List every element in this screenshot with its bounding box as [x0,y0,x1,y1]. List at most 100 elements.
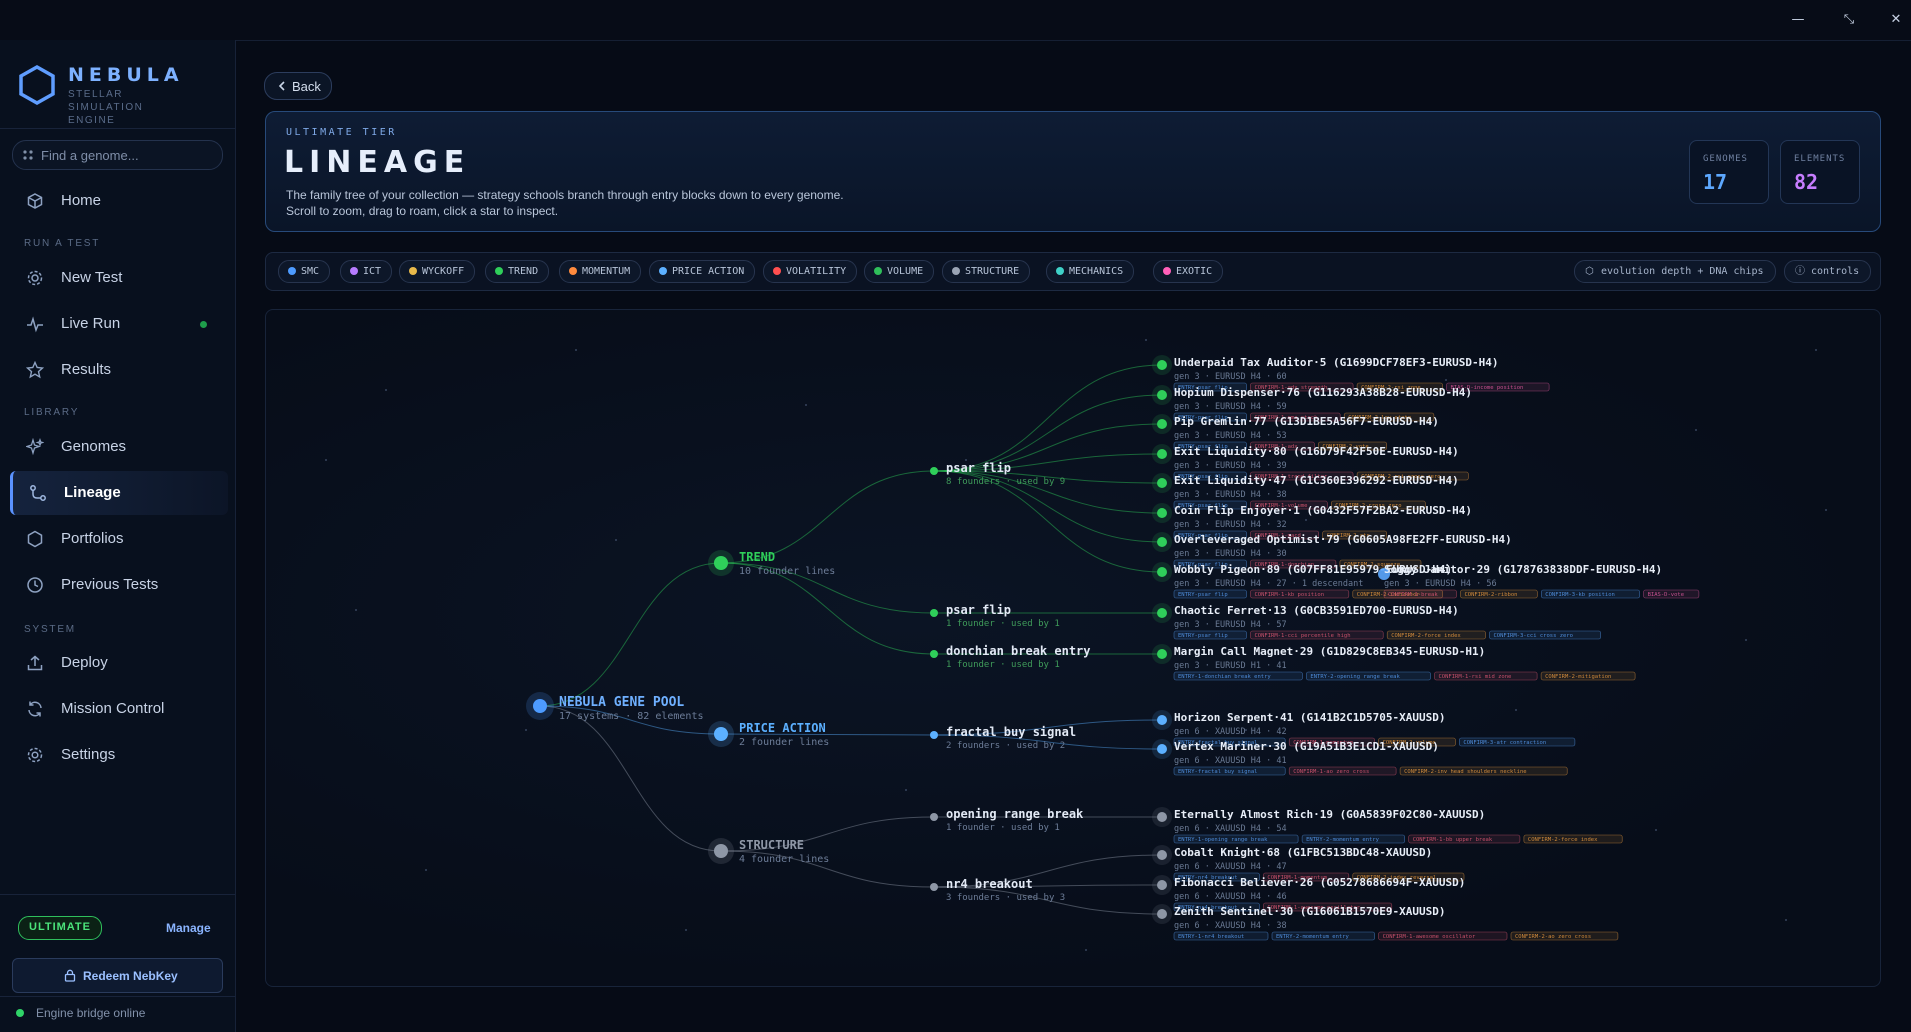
dna-chip-label: BIAS-D-vote [1648,592,1684,598]
edge-entry-genome [933,394,1163,472]
close-button[interactable]: ✕ [1885,9,1907,31]
filter-chip-wyckoff[interactable]: WYCKOFF [399,260,476,283]
root-node-sub: 17 systems · 82 elements [559,711,704,722]
filter-label: TREND [508,266,539,277]
genome-label: Underpaid Tax Auditor·5 (G1699DCF78EF3-E… [1174,356,1499,369]
filter-chip-exotic[interactable]: EXOTIC [1153,260,1224,283]
filter-label: ICT [363,266,382,277]
nav-results[interactable]: Results [10,348,225,392]
nav-new-test-label: New Test [61,269,123,286]
filter-chip-price-action[interactable]: PRICE ACTION [649,260,756,283]
pulse-icon [27,316,43,333]
back-button[interactable]: Back [264,72,332,100]
entry-node[interactable] [930,731,938,739]
background-star [805,404,807,406]
chevron-left-icon [278,81,285,91]
genome-node[interactable] [1157,880,1167,890]
dna-chip-label: ENTRY-fractal buy signal [1178,769,1257,775]
entry-node[interactable] [930,609,938,617]
root-node[interactable] [533,699,547,713]
manage-link[interactable]: Manage [166,921,211,935]
genome-label: Cobalt Knight·68 (G1FBC513BDC48-XAUUSD) [1174,846,1432,859]
dna-chip-label: CONFIRM-1-cci percentile high [1255,633,1351,639]
stat-elements-value: 82 [1794,170,1819,194]
genome-node[interactable] [1157,419,1167,429]
nav-portfolios[interactable]: Portfolios [10,517,225,561]
genome-node[interactable] [1157,608,1167,618]
nav-previous-tests[interactable]: Previous Tests [10,563,225,607]
genome-sub: gen 3 · EURUSD H4 · 56 [1384,579,1497,589]
genome-node[interactable] [1157,390,1167,400]
cube-icon [27,193,43,209]
background-star [425,869,427,871]
entry-node[interactable] [930,467,938,475]
genome-node[interactable] [1157,909,1167,919]
school-node-sub: 10 founder lines [739,566,835,577]
nav-settings[interactable]: Settings [10,733,225,777]
dna-chip-label: CONFIRM-1-kb position [1255,592,1325,598]
evolution-depth-toggle[interactable]: ⬡ evolution depth + DNA chips [1574,260,1776,283]
genome-label: Margin Call Magnet·29 (G1D829C8EB345-EUR… [1174,645,1485,658]
dna-chip-label: CONFIRM-1-break [1388,592,1438,598]
lock-icon [64,969,76,982]
genome-node[interactable] [1157,537,1167,547]
filter-chip-volatility[interactable]: VOLATILITY [763,260,858,283]
filter-chip-structure[interactable]: STRUCTURE [942,260,1031,283]
restore-button[interactable]: ⤡ [1838,9,1860,31]
genome-label: Exit Liquidity·47 (G1C360E396292-EURUSD-… [1174,474,1459,487]
entry-node[interactable] [930,650,938,658]
edge-root-school [539,562,722,707]
redeem-nebkey-button[interactable]: Redeem NebKey [12,958,223,993]
nav-new-test[interactable]: New Test [10,256,225,300]
genome-search[interactable]: Find a genome... [12,140,223,170]
genome-label: Zenith Sentinel·30 (G16061B1570E9-XAUUSD… [1174,905,1446,918]
genome-node[interactable] [1157,567,1167,577]
nav-home[interactable]: Home [10,179,225,223]
nav-deploy-label: Deploy [61,654,108,671]
school-node[interactable] [714,844,728,858]
genome-node[interactable] [1157,478,1167,488]
genome-label: Hopium Dispenser·76 (G116293A38B28-EURUS… [1174,386,1472,399]
nav-lineage[interactable]: Lineage [10,471,228,515]
nav-genomes[interactable]: Genomes [10,425,225,469]
school-node[interactable] [714,556,728,570]
clock-icon [27,577,43,593]
entry-node[interactable] [930,813,938,821]
genome-node[interactable] [1157,850,1167,860]
controls-toggle[interactable]: ⓘ controls [1784,260,1872,283]
nav-deploy[interactable]: Deploy [10,641,225,685]
school-node[interactable] [714,727,728,741]
genome-node[interactable] [1157,649,1167,659]
filter-chip-volume[interactable]: VOLUME [864,260,935,283]
stat-elements: ELEMENTS 82 [1780,140,1860,204]
lineage-tree-canvas[interactable]: NEBULA GENE POOL 17 systems · 82 elements… [265,309,1881,987]
dna-chip-label: ENTRY-2-opening range break [1310,674,1400,680]
genome-node[interactable] [1157,812,1167,822]
filter-chip-trend[interactable]: TREND [485,260,550,283]
search-input[interactable]: Find a genome... [41,148,139,163]
lineage-tree-graph[interactable]: NEBULA GENE POOL17 systems · 82 elements… [266,310,1880,986]
genome-node[interactable] [1157,508,1167,518]
genome-node[interactable] [1157,744,1167,754]
brand-logo [18,64,56,111]
filter-chip-ict[interactable]: ICT [340,260,393,283]
genome-node[interactable] [1157,449,1167,459]
genome-sub: gen 3 · EURUSD H4 · 59 [1174,402,1287,412]
genome-node[interactable] [1157,715,1167,725]
filter-chip-smc[interactable]: SMC [278,260,331,283]
momentum-dot [569,267,577,275]
filter-chip-momentum[interactable]: MOMENTUM [559,260,642,283]
dna-chip-label: CONFIRM-2-inv head shoulders neckline [1404,769,1527,775]
entry-node[interactable] [930,883,938,891]
genome-label: Fibonacci Believer·26 (G05278686694F-XAU… [1174,876,1465,889]
nav-mission-control[interactable]: Mission Control [10,687,225,731]
nav-live-run[interactable]: Live Run [10,302,225,346]
background-star [1655,829,1657,831]
genome-node[interactable] [1157,360,1167,370]
dna-chip-label: ENTRY-1-opening range break [1178,837,1268,843]
filter-label: MOMENTUM [582,266,631,277]
filter-chip-mechanics[interactable]: MECHANICS [1046,260,1135,283]
minimize-button[interactable]: — [1787,9,1809,31]
star-icon [26,361,44,379]
info-icon: ⓘ [1795,266,1805,277]
